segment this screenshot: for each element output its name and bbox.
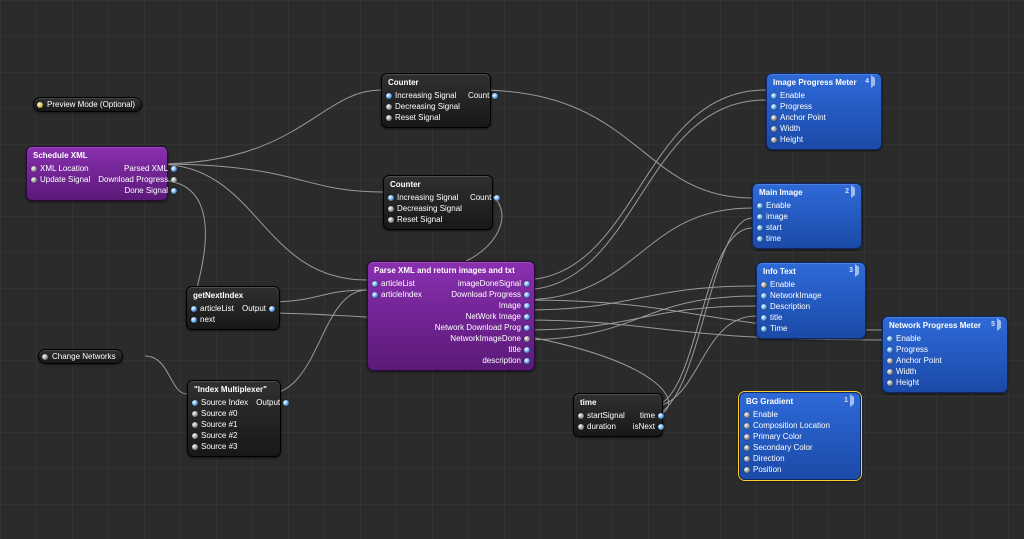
node-title: "Index Multiplexer" [194,385,267,394]
node-image-progress-meter[interactable]: Image Progress Meter4 Enable Progress An… [766,73,882,150]
node-title: getNextIndex [193,291,243,300]
arrow-icon [871,75,875,88]
node-title: Info Text [763,267,796,276]
arrow-icon [997,318,1001,331]
node-counter-2[interactable]: Counter Increasing Signal Decreasing Sig… [383,175,493,230]
node-title: Counter [390,180,421,189]
pill-label: Preview Mode (Optional) [47,100,135,109]
arrow-icon [851,185,855,198]
port-icon [37,102,43,108]
node-network-progress-meter[interactable]: Network Progress Meter5 Enable Progress … [882,316,1008,393]
node-index-multiplexer[interactable]: "Index Multiplexer" Source Index Source … [187,380,281,457]
node-schedule-xml[interactable]: Schedule XML XML Location Update Signal … [26,146,168,201]
node-title: BG Gradient [746,397,793,406]
node-title: Schedule XML [33,151,88,160]
node-title: Image Progress Meter [773,78,857,87]
port-icon [42,354,48,360]
pill-preview-mode[interactable]: Preview Mode (Optional) [33,97,142,112]
node-main-image[interactable]: Main Image2 Enable image start time [752,183,862,249]
arrow-icon [850,394,854,407]
node-counter-1[interactable]: Counter Increasing Signal Decreasing Sig… [381,73,491,128]
arrow-icon [855,264,859,277]
node-title: Parse XML and return images and txt [374,266,515,275]
input-ports: XML Location Update Signal [31,163,90,196]
node-title: Counter [388,78,419,87]
pill-change-networks[interactable]: Change Networks [38,349,123,364]
output-ports: Parsed XML Download Progress Done Signal [98,163,177,196]
node-title: time [580,398,596,407]
pill-label: Change Networks [52,352,116,361]
node-title: Main Image [759,188,803,197]
node-get-next-index[interactable]: getNextIndex articleList next Output [186,286,280,330]
node-title: Network Progress Meter [889,321,981,330]
node-parse-xml[interactable]: Parse XML and return images and txt arti… [367,261,535,371]
node-info-text[interactable]: Info Text3 Enable NetworkImage Descripti… [756,262,866,339]
node-bg-gradient[interactable]: BG Gradient1 Enable Composition Location… [739,392,861,480]
node-time[interactable]: time startSignal duration time isNext [573,393,663,437]
